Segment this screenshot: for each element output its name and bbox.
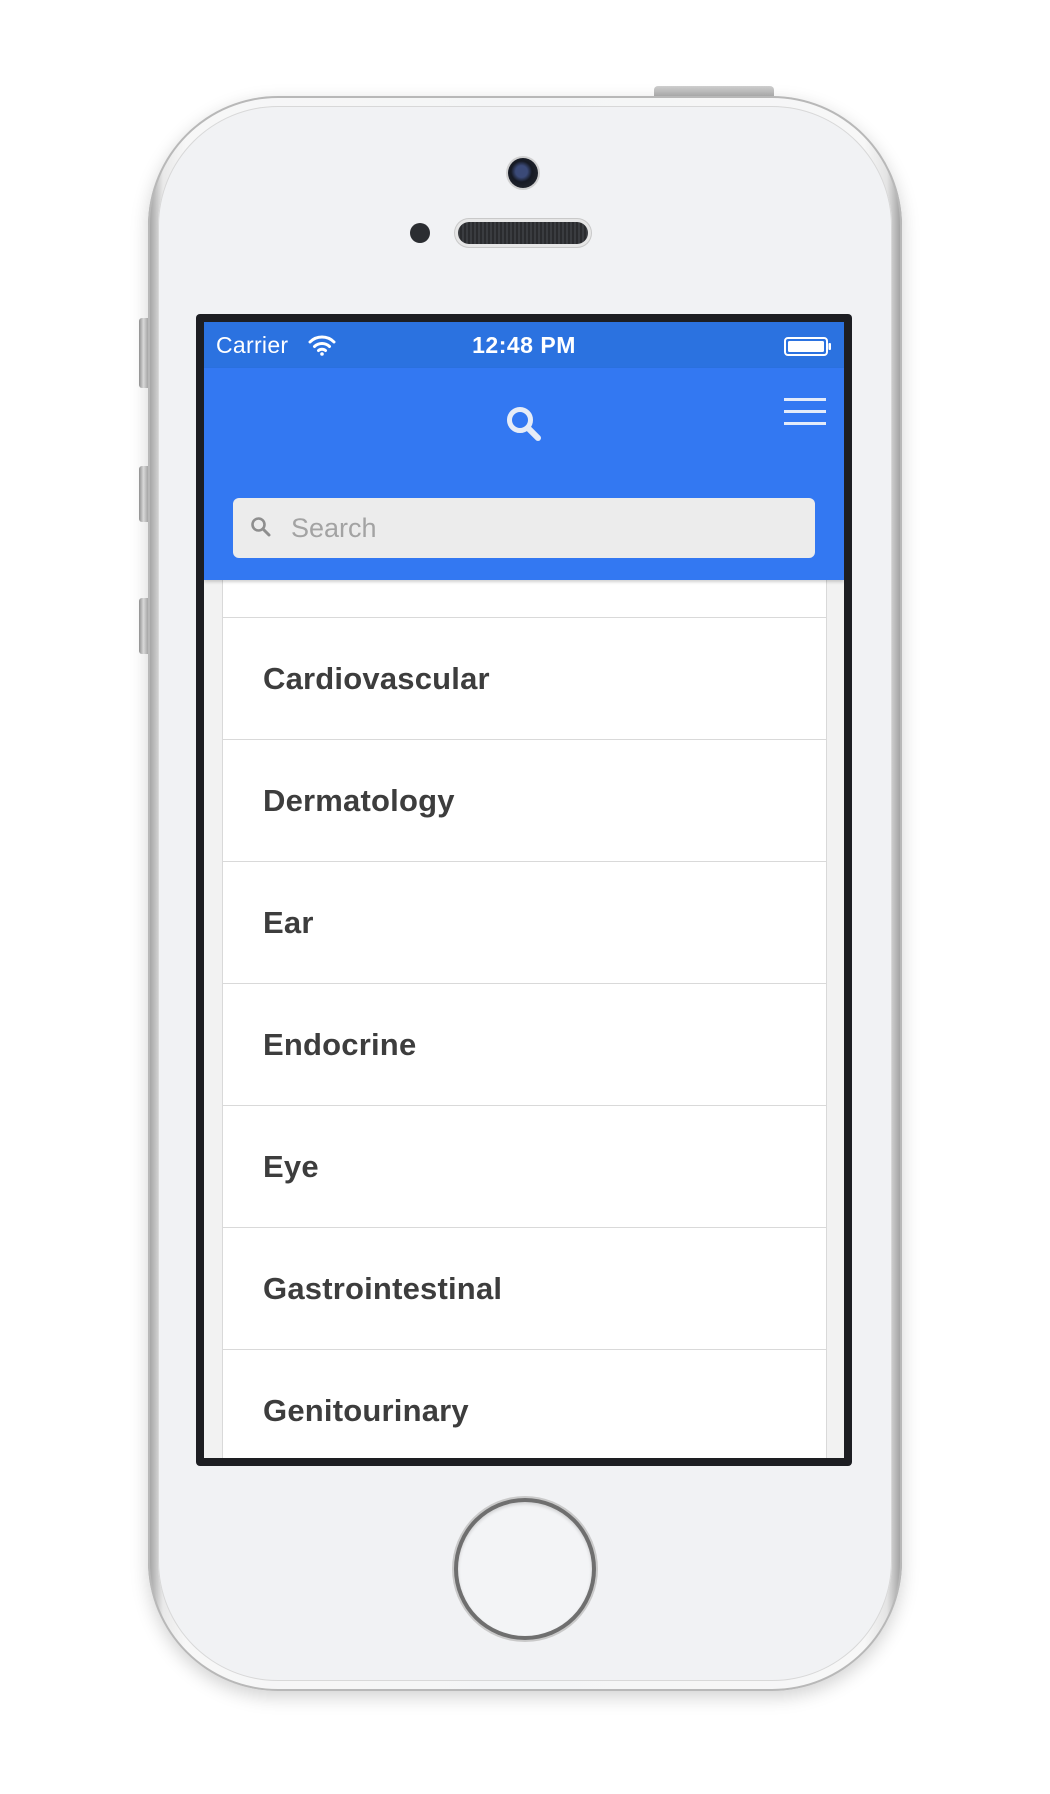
proximity-sensor [410, 223, 430, 243]
list-item-endocrine[interactable]: Endocrine [223, 984, 826, 1106]
list-item-gastrointestinal[interactable]: Gastrointestinal [223, 1228, 826, 1350]
app-header [204, 368, 844, 580]
volume-down-button [139, 598, 148, 654]
list-item-label: Genitourinary [263, 1392, 469, 1428]
search-icon[interactable] [504, 404, 544, 444]
status-bar: Carrier 12:48 PM [204, 322, 844, 368]
list-item-label: Dermatology [263, 782, 455, 818]
search-field-icon [251, 517, 271, 537]
mute-switch [139, 318, 148, 388]
front-camera [508, 158, 538, 188]
list-item-dermatology[interactable]: Dermatology [223, 740, 826, 862]
status-time: 12:48 PM [472, 332, 576, 358]
home-button[interactable] [458, 1502, 592, 1636]
app-display: Carrier 12:48 PM Search Cardiovascular D… [204, 322, 844, 1458]
list-item-label: Gastrointestinal [263, 1270, 503, 1306]
screen: Carrier 12:48 PM Search Cardiovascular D… [196, 314, 852, 1466]
hamburger-menu-icon[interactable] [784, 396, 826, 428]
list-item-eye[interactable]: Eye [223, 1106, 826, 1228]
category-list: Cardiovascular Dermatology Ear Endocrine… [222, 580, 827, 1458]
list-item-cardiovascular[interactable]: Cardiovascular [223, 618, 826, 740]
list-item-genitourinary[interactable]: Genitourinary [223, 1350, 826, 1458]
list-item-label: Endocrine [263, 1026, 417, 1062]
earpiece-speaker [458, 222, 588, 244]
list-item-label: Cardiovascular [263, 660, 490, 696]
list-item-label: Eye [263, 1148, 319, 1184]
list-item-label: Ear [263, 904, 314, 940]
volume-up-button [139, 466, 148, 522]
search-input[interactable] [289, 498, 799, 558]
battery-full-icon [784, 337, 831, 356]
search-bar[interactable] [233, 498, 815, 558]
list-item-ear[interactable]: Ear [223, 862, 826, 984]
list-item-partial [223, 580, 826, 618]
